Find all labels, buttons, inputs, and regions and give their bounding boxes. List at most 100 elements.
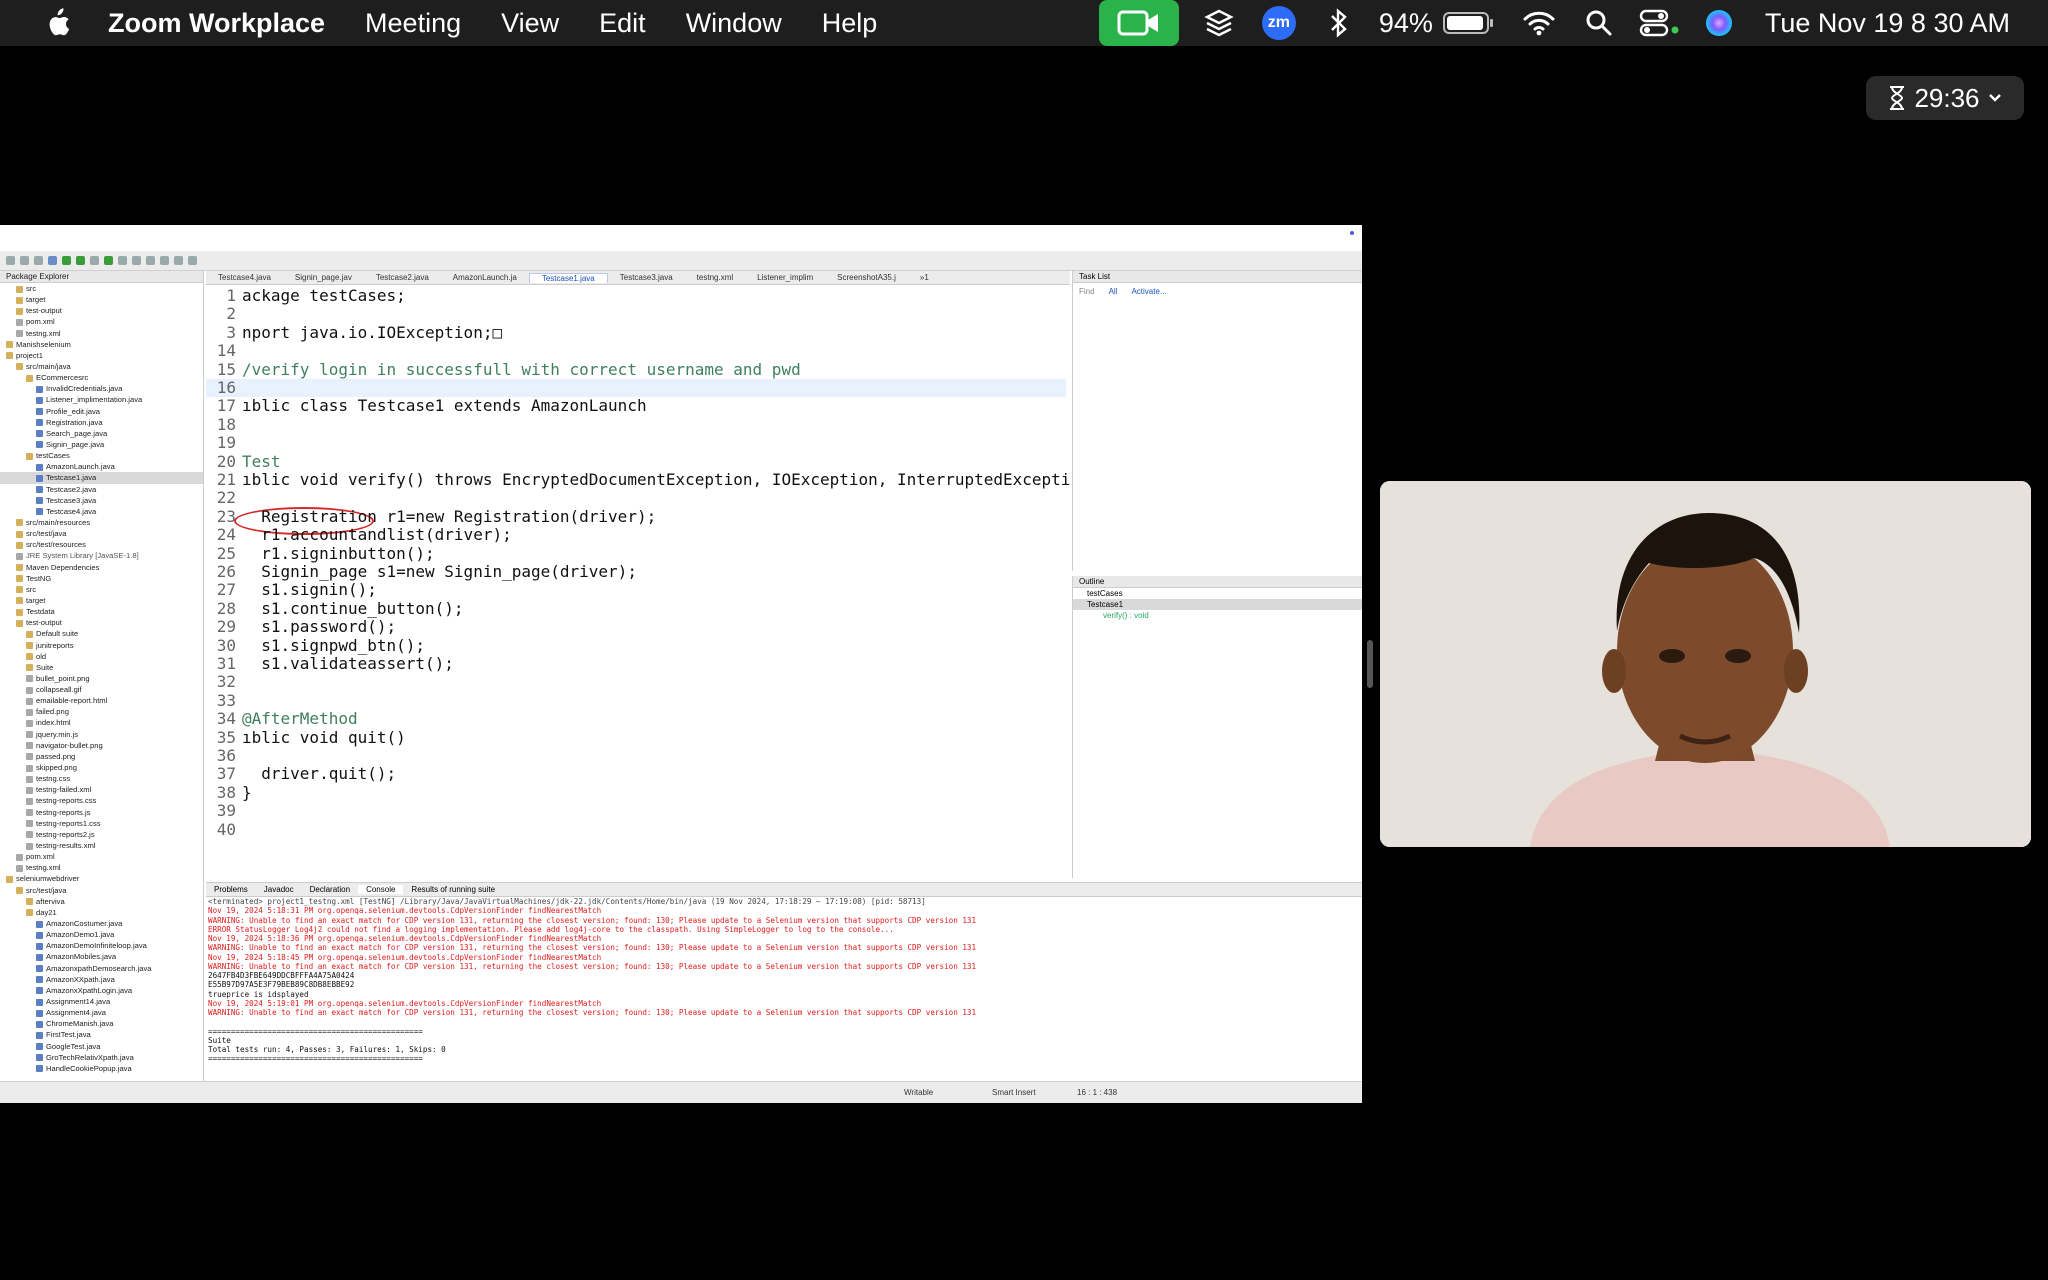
tree-item[interactable]: FirstTest.java (0, 1029, 203, 1040)
tree-item[interactable]: Profile_edit.java (0, 406, 203, 417)
tree-item[interactable]: jquery.min.js (0, 729, 203, 740)
tree-item[interactable]: AmazonxpathDemosearch.java (0, 963, 203, 974)
tree-item[interactable]: test-output (0, 305, 203, 316)
apple-icon[interactable] (42, 7, 72, 39)
tree-item[interactable]: collapseall.gif (0, 684, 203, 695)
tree-item[interactable]: Assignment4.java (0, 1007, 203, 1018)
menu-view[interactable]: View (501, 8, 559, 39)
tree-item[interactable]: src/test/java (0, 528, 203, 539)
toolbar-new-icon[interactable] (6, 256, 15, 265)
tree-item[interactable]: index.html (0, 717, 203, 728)
tree-item[interactable]: testng-results.xml (0, 840, 203, 851)
wifi-icon[interactable] (1519, 3, 1559, 43)
code-area[interactable]: 1 ackage testCases; 2 3 nport java.io.IOExce… (206, 285, 1070, 875)
tree-item[interactable]: project1 (0, 350, 203, 361)
editor-tab[interactable]: »1 (908, 273, 941, 282)
meeting-timer[interactable]: 29:36 (1866, 76, 2024, 120)
tree-item[interactable]: GoogleTest.java (0, 1041, 203, 1052)
tree-item[interactable]: Registration.java (0, 417, 203, 428)
tree-item[interactable]: testng-reports.css (0, 795, 203, 806)
control-center-icon[interactable] (1639, 3, 1679, 43)
tree-item[interactable]: emailable-report.html (0, 695, 203, 706)
tree-item[interactable]: JRE System Library [JavaSE-1.8] (0, 550, 203, 561)
tree-item[interactable]: Manishselenium (0, 339, 203, 350)
tree-item[interactable]: navigator-bullet.png (0, 740, 203, 751)
tree-item[interactable]: pom.xml (0, 316, 203, 327)
package-explorer-tab[interactable]: Package Explorer (0, 271, 203, 283)
console-tab[interactable]: Javadoc (256, 885, 302, 894)
console-tab[interactable]: Results of running suite (403, 885, 503, 894)
menubar-clock[interactable]: Tue Nov 19 8 30 AM (1765, 8, 2010, 39)
toolbar-mark-icon[interactable] (146, 256, 155, 265)
tree-item[interactable]: passed.png (0, 751, 203, 762)
toolbar-newclass-icon[interactable] (104, 256, 113, 265)
tree-item[interactable]: skipped.png (0, 762, 203, 773)
editor-tab[interactable]: Listener_implim (745, 273, 825, 282)
outline-item-method[interactable]: verify() : void (1073, 610, 1362, 621)
menu-meeting[interactable]: Meeting (365, 8, 461, 39)
tree-item[interactable]: afterviva (0, 896, 203, 907)
toolbar-search-icon[interactable] (132, 256, 141, 265)
editor-tab[interactable]: Testcase3.java (608, 273, 685, 282)
tree-item[interactable]: old (0, 651, 203, 662)
task-find-input[interactable]: Find (1079, 287, 1095, 296)
menu-edit[interactable]: Edit (599, 8, 646, 39)
tree-item[interactable]: testng.css (0, 773, 203, 784)
tree-item[interactable]: pom.xml (0, 851, 203, 862)
tree-item[interactable]: src (0, 283, 203, 294)
editor-tab[interactable]: AmazonLaunch.ja (441, 273, 529, 282)
console-tab[interactable]: Console (358, 885, 404, 894)
tree-item[interactable]: testng-reports.js (0, 807, 203, 818)
toolbar-coverage-icon[interactable] (76, 256, 85, 265)
tree-item[interactable]: src/test/resources (0, 539, 203, 550)
tree-item[interactable]: src/test/java (0, 885, 203, 896)
tree-item[interactable]: src (0, 584, 203, 595)
tree-item[interactable]: testng-reports2.js (0, 829, 203, 840)
tree-item[interactable]: testng.xml (0, 862, 203, 873)
tree-item[interactable]: testng-reports1.css (0, 818, 203, 829)
tree-item[interactable]: Suite (0, 662, 203, 673)
tree-item[interactable]: test-output (0, 617, 203, 628)
toolbar-print-icon[interactable] (34, 256, 43, 265)
tree-item[interactable]: AmazonMobiles.java (0, 951, 203, 962)
tree-item[interactable]: InvalidCredentials.java (0, 383, 203, 394)
toolbar-annotation-icon[interactable] (160, 256, 169, 265)
tree-item[interactable]: Signin_page.java (0, 439, 203, 450)
bluetooth-icon[interactable] (1319, 3, 1359, 43)
toolbar-forward-icon[interactable] (188, 256, 197, 265)
toolbar-debug-icon[interactable] (48, 256, 57, 265)
tree-item[interactable]: Testcase4.java (0, 506, 203, 517)
menu-window[interactable]: Window (686, 8, 782, 39)
editor-tab[interactable]: Testcase4.java (206, 273, 283, 282)
tree-item[interactable]: AmazonDemoInfiniteloop.java (0, 940, 203, 951)
task-activate-link[interactable]: Activate... (1131, 287, 1166, 296)
app-menu-zoom[interactable]: Zoom Workplace (108, 8, 325, 39)
search-icon[interactable] (1579, 3, 1619, 43)
tree-item[interactable]: AmazonDemo1.java (0, 929, 203, 940)
tree-item[interactable]: GroTechRelativXpath.java (0, 1052, 203, 1063)
tree-item[interactable]: src/main/java (0, 361, 203, 372)
editor-tab[interactable]: Testcase1.java (528, 272, 608, 283)
layers-icon[interactable] (1199, 3, 1239, 43)
toolbar-external-icon[interactable] (90, 256, 99, 265)
tree-item[interactable]: Testdata (0, 606, 203, 617)
tree-item[interactable]: Testcase2.java (0, 484, 203, 495)
tree-item[interactable]: AmazonCostumer.java (0, 918, 203, 929)
tree-item[interactable]: AmazonLaunch.java (0, 461, 203, 472)
zoom-app-icon[interactable]: zm (1259, 3, 1299, 43)
editor-tab[interactable]: Testcase2.java (364, 273, 441, 282)
editor-tab[interactable]: testng.xml (685, 273, 745, 282)
tree-item[interactable]: failed.png (0, 706, 203, 717)
siri-icon[interactable] (1699, 3, 1739, 43)
tree-item[interactable]: seleniumwebdriver (0, 873, 203, 884)
outline-tab[interactable]: Outline (1073, 576, 1362, 588)
tree-item[interactable]: target (0, 294, 203, 305)
toolbar-open-type-icon[interactable] (118, 256, 127, 265)
console-tab[interactable]: Problems (206, 885, 256, 894)
tree-item[interactable]: bullet_point.png (0, 673, 203, 684)
tree-item[interactable]: Testcase3.java (0, 495, 203, 506)
tree-item[interactable]: Listener_implimentation.java (0, 394, 203, 405)
tree-item[interactable]: TestNG (0, 573, 203, 584)
tree-item[interactable]: Maven Dependencies (0, 562, 203, 573)
tree-item[interactable]: AmazonXXpath.java (0, 974, 203, 985)
